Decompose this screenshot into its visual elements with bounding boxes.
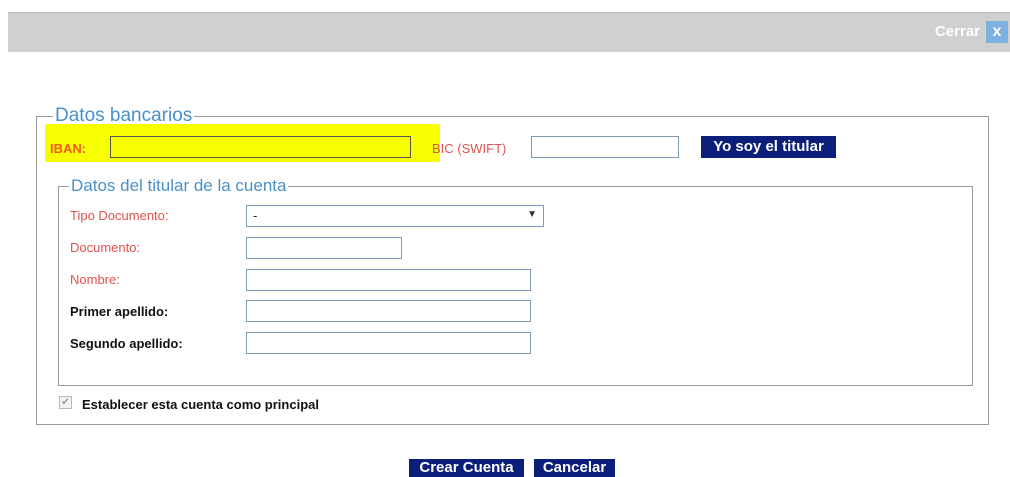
iban-label: IBAN: (50, 141, 87, 156)
cancelar-button[interactable]: Cancelar (534, 459, 615, 477)
tipo-documento-value: - (253, 208, 258, 223)
close-icon[interactable]: x (986, 21, 1008, 43)
chevron-down-icon[interactable]: ▼ (527, 209, 537, 220)
dialog-titlebar: Cerrar x (8, 12, 1010, 52)
primer-apellido-label: Primer apellido: (70, 304, 169, 319)
documento-input[interactable] (246, 237, 402, 259)
nombre-input[interactable] (246, 269, 531, 291)
nombre-label: Nombre: (70, 272, 120, 287)
holder-legend: Datos del titular de la cuenta (71, 176, 287, 195)
yo-soy-titular-button[interactable]: Yo soy el titular (701, 136, 836, 158)
primer-apellido-input[interactable] (246, 300, 531, 322)
tipo-documento-select[interactable]: - ▼ (246, 205, 544, 227)
close-label[interactable]: Cerrar (935, 23, 980, 40)
documento-label: Documento: (70, 240, 141, 255)
bic-label: BIC (SWIFT) (432, 141, 507, 156)
principal-checkbox[interactable]: ✔ (59, 396, 72, 409)
principal-label: Establecer esta cuenta como principal (82, 397, 319, 412)
bank-data-legend: Datos bancarios (55, 105, 193, 126)
bic-input[interactable] (531, 136, 679, 158)
segundo-apellido-label: Segundo apellido: (70, 336, 183, 351)
iban-input[interactable] (110, 136, 411, 158)
segundo-apellido-input[interactable] (246, 332, 531, 354)
crear-cuenta-button[interactable]: Crear Cuenta (409, 459, 524, 477)
tipo-documento-label: Tipo Documento: (70, 208, 169, 223)
